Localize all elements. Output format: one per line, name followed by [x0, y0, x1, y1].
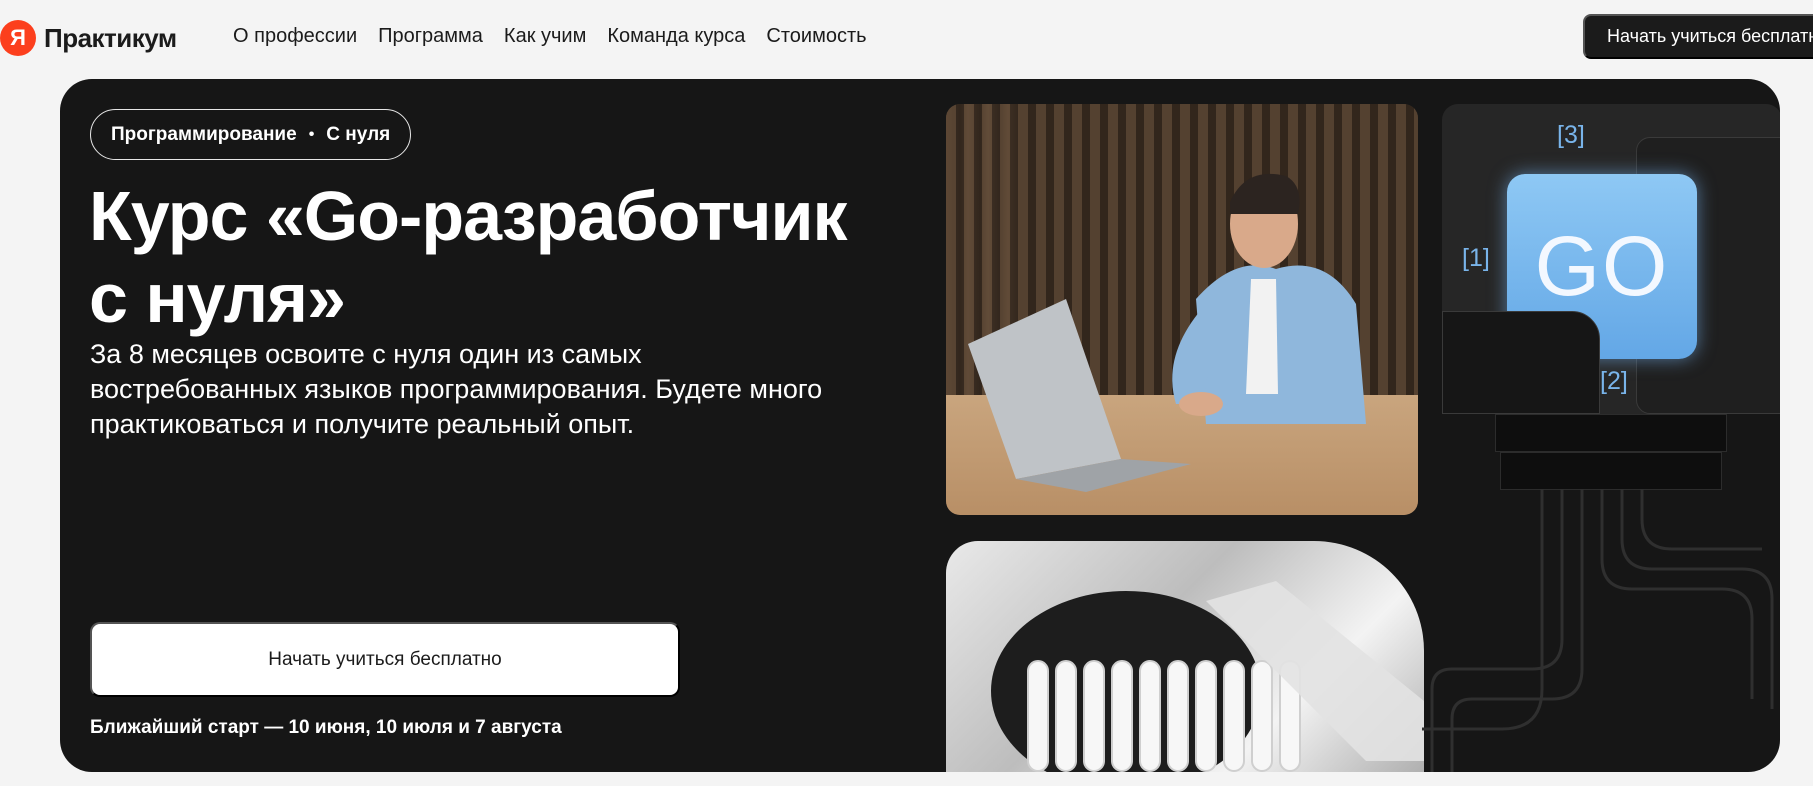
tag-category: Программирование: [111, 123, 297, 145]
illustration-panel-front: [1442, 311, 1600, 414]
logo-text: Практикум: [44, 22, 177, 53]
logo[interactable]: Я Практикум: [0, 20, 177, 56]
student-photo: [946, 104, 1418, 515]
nav-link-how-we-teach[interactable]: Как учим: [504, 22, 586, 50]
page-title: Курс «Go-разработчик с нуля»: [89, 177, 848, 337]
site-header: Я Практикум О профессии Программа Как уч…: [0, 0, 1813, 72]
tag-level: С нуля: [326, 123, 391, 145]
nav-link-team[interactable]: Команда курса: [607, 22, 745, 50]
bracket-label-3: [3]: [1557, 121, 1585, 149]
start-free-button[interactable]: Начать учиться бесплатно: [90, 622, 680, 697]
abstract-shape: [946, 541, 1424, 772]
nav-link-price[interactable]: Стоимость: [766, 22, 866, 50]
hero-section: Программирование • С нуля Курс «Go-разра…: [60, 79, 1780, 772]
main-nav: О профессии Программа Как учим Команда к…: [233, 22, 867, 50]
nav-link-program[interactable]: Программа: [378, 22, 483, 50]
yandex-logo-icon: Я: [0, 20, 36, 56]
hero-description: За 8 месяцев освоите с нуля один из самы…: [90, 339, 823, 439]
nav-link-profession[interactable]: О профессии: [233, 22, 357, 50]
start-dates: Ближайший старт — 10 июня, 10 июля и 7 а…: [90, 717, 562, 738]
cable-wires: [1422, 489, 1774, 772]
bracket-label-1: [1]: [1462, 244, 1490, 272]
course-tag: Программирование • С нуля: [90, 109, 412, 160]
bracket-label-2: [2]: [1600, 367, 1628, 395]
tag-separator: •: [308, 125, 315, 143]
student-illustration: [968, 173, 1366, 492]
header-start-free-button[interactable]: Начать учиться бесплатно: [1583, 14, 1813, 59]
